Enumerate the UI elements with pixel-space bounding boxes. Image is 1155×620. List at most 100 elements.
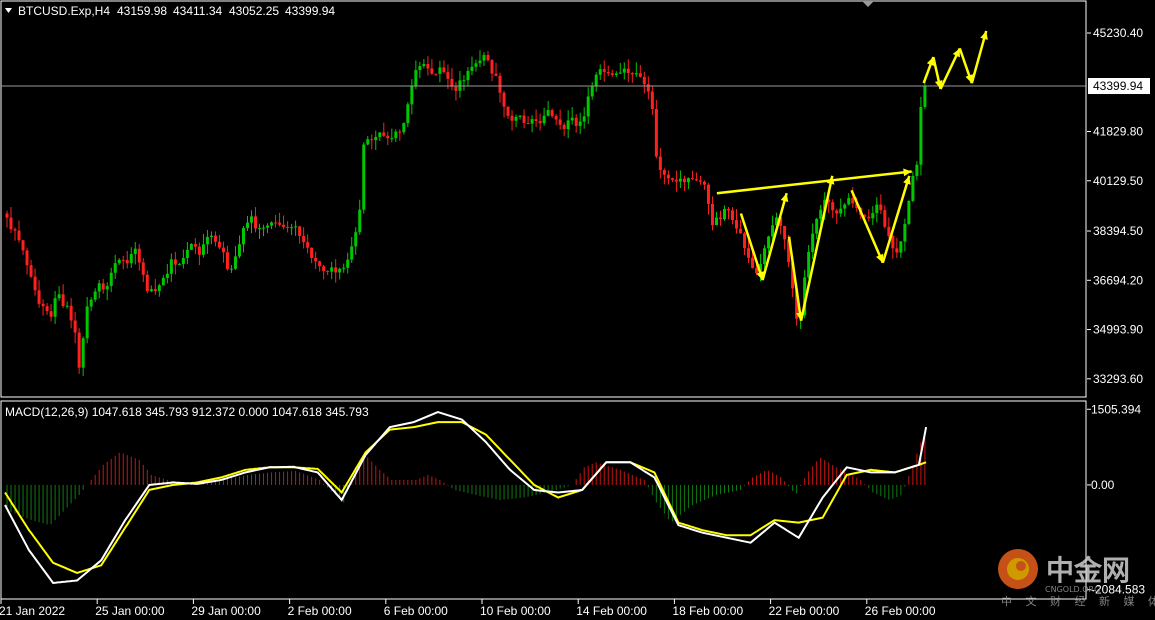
candle-body	[426, 64, 430, 69]
candle-body	[29, 265, 33, 277]
candle-body	[606, 71, 610, 74]
candle-body	[326, 270, 330, 272]
candle-body	[590, 86, 594, 97]
candle-body	[21, 240, 25, 251]
candle-body	[610, 73, 614, 75]
candle-body	[694, 179, 698, 181]
candle-body	[378, 132, 382, 137]
macd-line	[4, 411, 928, 584]
candle-body	[498, 75, 502, 93]
price-tick-label: 34993.90	[1093, 323, 1143, 337]
candle-body	[530, 119, 534, 124]
candle-body	[137, 248, 141, 263]
candle-body	[410, 85, 414, 105]
price-tick-label: 45230.40	[1093, 26, 1143, 40]
candle-body	[767, 236, 771, 249]
candle-body	[350, 246, 354, 260]
candle-body	[442, 67, 446, 73]
candle-body	[690, 178, 694, 180]
candle-body	[718, 217, 722, 220]
candle-body	[819, 209, 823, 219]
candle-body	[290, 227, 294, 229]
candle-body	[883, 210, 887, 227]
candle-body	[534, 119, 538, 122]
time-tick-label: 26 Feb 00:00	[865, 604, 936, 618]
candle-body	[250, 216, 254, 223]
candle-body	[129, 254, 133, 264]
time-axis: 21 Jan 2022 25 Jan 00:00 29 Jan 00:00 2 Feb…	[0, 599, 936, 618]
candle-body	[851, 198, 855, 204]
ohlc-open: 43159.98	[117, 4, 167, 18]
symbol-label: BTCUSD.Exp,H4	[18, 4, 110, 18]
candle-body	[622, 68, 626, 73]
candle-body	[482, 55, 486, 61]
candle-body	[358, 209, 362, 233]
candle-body	[642, 76, 646, 85]
candle-body	[101, 283, 105, 290]
candle-body	[686, 178, 690, 183]
ohlc-close: 43399.94	[285, 4, 335, 18]
candle-body	[169, 259, 173, 274]
candle-body	[578, 121, 582, 126]
candle-body	[714, 217, 718, 226]
candle-body	[811, 233, 815, 252]
candle-body	[278, 222, 282, 225]
candle-body	[747, 248, 751, 258]
candle-body	[698, 180, 702, 182]
collapse-triangle-icon[interactable]	[5, 8, 12, 13]
candle-body	[446, 72, 450, 79]
time-tick-label: 25 Jan 00:00	[95, 604, 165, 618]
candle-body	[727, 208, 730, 211]
candle-body	[923, 86, 927, 107]
candle-body	[149, 289, 153, 292]
candle-body	[322, 266, 326, 271]
candle-body	[594, 74, 598, 87]
macd-info-label: MACD(12,26,9) 1047.618 345.793 912.372 0…	[5, 405, 369, 419]
candle-body	[13, 229, 17, 231]
candle-body	[9, 217, 13, 230]
candle-body	[282, 224, 286, 227]
candle-body	[121, 259, 125, 261]
candle-body	[386, 135, 390, 139]
candle-body	[306, 242, 310, 248]
candle-body	[807, 251, 811, 278]
price-tick-label: 36694.20	[1093, 273, 1143, 287]
candle-body	[903, 223, 907, 242]
candle-body	[486, 55, 490, 61]
candle-body	[262, 227, 266, 229]
candle-body	[630, 73, 634, 75]
candle-body	[113, 263, 117, 273]
candle-body	[298, 226, 302, 236]
candle-body	[53, 298, 57, 317]
time-tick-label: 6 Feb 00:00	[384, 604, 448, 618]
candle-body	[510, 115, 514, 121]
time-tick-label: 14 Feb 00:00	[576, 604, 647, 618]
candle-body	[390, 138, 394, 140]
candle-body	[514, 116, 518, 121]
macd-tick-label: 1505.394	[1091, 402, 1141, 416]
macd-histogram-layer	[6, 436, 926, 525]
candle-body	[658, 156, 662, 171]
candle-body	[41, 303, 45, 307]
candle-body	[177, 263, 181, 265]
candles-layer	[5, 50, 927, 376]
candle-body	[554, 116, 558, 120]
candle-body	[165, 273, 169, 278]
candle-body	[17, 230, 21, 241]
candle-body	[887, 226, 891, 237]
time-tick-label: 21 Jan 2022	[0, 604, 65, 618]
candle-body	[145, 274, 149, 292]
candle-body	[213, 235, 217, 242]
candle-body	[77, 332, 81, 368]
candle-body	[338, 268, 342, 273]
candle-body	[558, 119, 562, 125]
candle-body	[502, 92, 506, 107]
candle-body	[354, 232, 358, 247]
chart-shift-marker-icon[interactable]	[862, 1, 874, 7]
candle-body	[217, 241, 221, 248]
candle-body	[57, 294, 61, 299]
candle-body	[109, 272, 113, 286]
candle-body	[570, 117, 574, 121]
candle-body	[474, 63, 478, 67]
watermark: 中金网 CNGOLD.ORG 中 文 财 经 新 媒 体	[998, 549, 1155, 608]
